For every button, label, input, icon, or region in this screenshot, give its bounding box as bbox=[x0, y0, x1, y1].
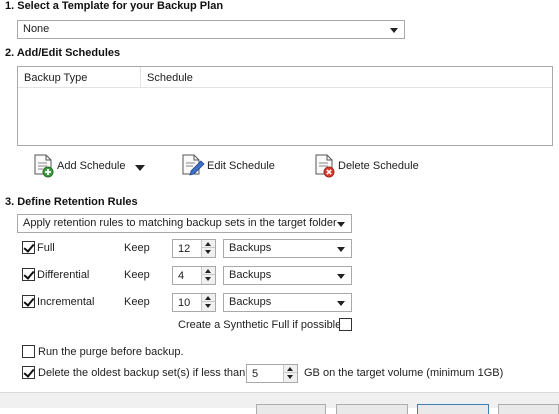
incremental-keep-label: Keep bbox=[124, 296, 150, 308]
column-header-schedule[interactable]: Schedule bbox=[141, 67, 541, 88]
delete-oldest-suffix: GB on the target volume (minimum 1GB) bbox=[304, 367, 504, 379]
edit-document-icon bbox=[182, 154, 205, 176]
add-schedule-dropdown-arrow-icon[interactable] bbox=[135, 165, 145, 171]
incremental-unit-value: Backups bbox=[229, 296, 272, 308]
delete-oldest-label: Delete the oldest backup set(s) if less … bbox=[38, 367, 246, 379]
differential-unit-value: Backups bbox=[229, 269, 272, 281]
footer-button-3[interactable] bbox=[417, 404, 489, 414]
template-dropdown-value: None bbox=[23, 23, 50, 35]
decrement-icon[interactable] bbox=[202, 248, 215, 257]
full-label: Full bbox=[37, 242, 55, 254]
differential-count-stepper[interactable]: 4 bbox=[172, 266, 216, 285]
incremental-count-stepper[interactable]: 10 bbox=[172, 293, 216, 312]
full-keep-label: Keep bbox=[124, 242, 150, 254]
add-schedule-label: Add Schedule bbox=[57, 160, 126, 172]
schedules-list-header: Backup Type Schedule bbox=[18, 67, 552, 88]
section-title-retention: 3. Define Retention Rules bbox=[5, 196, 138, 208]
full-unit-dropdown[interactable]: Backups bbox=[223, 239, 352, 258]
chevron-down-icon bbox=[337, 274, 345, 279]
delete-schedule-button[interactable]: Delete Schedule bbox=[314, 154, 419, 178]
edit-schedule-button[interactable]: Edit Schedule bbox=[181, 154, 275, 178]
differential-checkbox[interactable] bbox=[22, 268, 35, 281]
delete-oldest-stepper[interactable]: 5 bbox=[246, 364, 298, 383]
delete-document-icon bbox=[315, 154, 335, 178]
incremental-checkbox[interactable] bbox=[22, 295, 35, 308]
purge-before-backup-checkbox[interactable] bbox=[22, 345, 35, 358]
synthetic-full-label: Create a Synthetic Full if possible bbox=[178, 319, 342, 331]
differential-count-value: 4 bbox=[178, 270, 185, 282]
full-checkbox[interactable] bbox=[22, 241, 35, 254]
full-unit-value: Backups bbox=[229, 242, 272, 254]
differential-unit-dropdown[interactable]: Backups bbox=[223, 266, 352, 285]
incremental-label: Incremental bbox=[37, 296, 95, 308]
decrement-icon[interactable] bbox=[202, 275, 215, 284]
full-count-stepper[interactable]: 12 bbox=[172, 239, 216, 258]
increment-icon[interactable] bbox=[202, 294, 215, 302]
differential-keep-label: Keep bbox=[124, 269, 150, 281]
chevron-down-icon bbox=[337, 247, 345, 252]
incremental-count-value: 10 bbox=[178, 297, 191, 309]
decrement-icon[interactable] bbox=[284, 373, 297, 382]
chevron-down-icon bbox=[337, 222, 345, 227]
add-schedule-button[interactable]: Add Schedule bbox=[33, 154, 126, 178]
add-document-icon bbox=[34, 154, 54, 178]
retention-mode-value: Apply retention rules to matching backup… bbox=[23, 217, 337, 229]
purge-before-backup-label: Run the purge before backup. bbox=[38, 346, 184, 358]
increment-icon[interactable] bbox=[284, 365, 297, 373]
delete-oldest-value: 5 bbox=[252, 368, 259, 380]
retention-mode-dropdown[interactable]: Apply retention rules to matching backup… bbox=[17, 214, 352, 233]
footer-button-1[interactable] bbox=[256, 404, 326, 414]
footer-button-2[interactable] bbox=[336, 404, 408, 414]
section-title-schedules: 2. Add/Edit Schedules bbox=[5, 47, 121, 59]
edit-schedule-label: Edit Schedule bbox=[207, 160, 275, 172]
differential-label: Differential bbox=[37, 269, 90, 281]
increment-icon[interactable] bbox=[202, 240, 215, 248]
chevron-down-icon bbox=[390, 28, 398, 33]
increment-icon[interactable] bbox=[202, 267, 215, 275]
column-header-backup-type[interactable]: Backup Type bbox=[18, 67, 140, 88]
incremental-unit-dropdown[interactable]: Backups bbox=[223, 293, 352, 312]
delete-schedule-label: Delete Schedule bbox=[338, 160, 419, 172]
schedules-list[interactable]: Backup Type Schedule bbox=[17, 66, 553, 146]
synthetic-full-checkbox[interactable] bbox=[339, 318, 352, 331]
delete-oldest-checkbox[interactable] bbox=[22, 366, 35, 379]
footer-button-4[interactable] bbox=[498, 404, 559, 414]
decrement-icon[interactable] bbox=[202, 302, 215, 311]
section-title-template: 1. Select a Template for your Backup Pla… bbox=[5, 0, 224, 12]
chevron-down-icon bbox=[337, 301, 345, 306]
full-count-value: 12 bbox=[178, 243, 191, 255]
template-dropdown[interactable]: None bbox=[17, 20, 405, 39]
